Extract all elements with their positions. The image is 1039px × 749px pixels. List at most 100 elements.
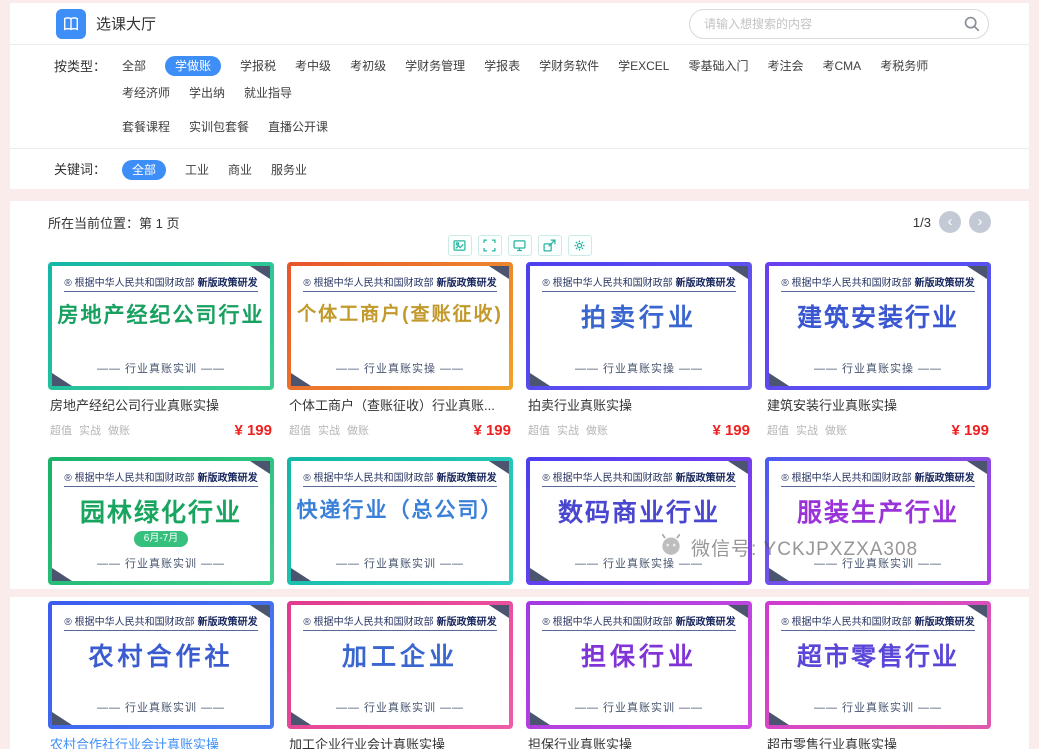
save-icon[interactable]: [508, 235, 532, 256]
filter-type-option[interactable]: 套餐课程: [122, 117, 170, 137]
filter-type-option[interactable]: 直播公开课: [268, 117, 328, 137]
banner-policy-text: ® 根据中华人民共和国财政部新版政策研发: [542, 613, 735, 631]
course-banner: ® 根据中华人民共和国财政部新版政策研发 快递行业（总公司） —— 行业真账实训…: [287, 457, 513, 585]
banner-policy-left: ® 根据中华人民共和国财政部: [542, 278, 672, 289]
fullscreen-icon[interactable]: [478, 235, 502, 256]
course-title-link[interactable]: 超市零售行业真账实操: [767, 736, 989, 749]
course-card[interactable]: ® 根据中华人民共和国财政部新版政策研发 个体工商户(查账征收) —— 行业真账…: [287, 262, 513, 444]
course-title-link[interactable]: 农村合作社行业会计真账实操: [50, 736, 272, 749]
course-caption: 建筑安装行业真账实操 超值实战做账 ¥ 199: [765, 390, 991, 444]
filter-type-option[interactable]: 考CMA: [823, 56, 862, 76]
course-caption: 房地产经纪公司行业真账实操 超值实战做账 ¥ 199: [48, 390, 274, 444]
course-caption: 加工企业行业会计真账实操 超值实战做账 ¥ 199: [287, 729, 513, 749]
filter-keyword-option[interactable]: 全部: [122, 160, 166, 180]
course-card[interactable]: ® 根据中华人民共和国财政部新版政策研发 建筑安装行业 —— 行业真账实操 ——…: [765, 262, 991, 444]
banner-policy-right: 新版政策研发: [915, 617, 975, 628]
course-card[interactable]: ® 根据中华人民共和国财政部新版政策研发 拍卖行业 —— 行业真账实操 —— 拍…: [526, 262, 752, 444]
filter-keyword-option[interactable]: 服务业: [271, 160, 307, 180]
course-tags: 超值实战做账: [767, 422, 847, 438]
banner-policy-text: ® 根据中华人民共和国财政部新版政策研发: [303, 469, 496, 487]
banner-policy-right: 新版政策研发: [437, 617, 497, 628]
banner-policy-text: ® 根据中华人民共和国财政部新版政策研发: [781, 613, 974, 631]
banner-policy-right: 新版政策研发: [915, 473, 975, 484]
filter-keyword-option[interactable]: 商业: [228, 160, 252, 180]
course-banner-title: 拍卖行业: [581, 304, 697, 333]
course-banner: ® 根据中华人民共和国财政部新版政策研发 园林绿化行业 6月-7月 —— 行业真…: [48, 457, 274, 585]
course-card[interactable]: ® 根据中华人民共和国财政部新版政策研发 数码商业行业 —— 行业真账实操 ——: [526, 457, 752, 585]
course-title-link[interactable]: 个体工商户（查账征收）行业真账...: [289, 397, 511, 415]
panel-head: 所在当前位置：第 1 页 1/3 ‹ ›: [48, 205, 991, 235]
course-card[interactable]: ® 根据中华人民共和国财政部新版政策研发 担保行业 —— 行业真账实训 —— 担…: [526, 601, 752, 749]
filter-type-option[interactable]: 学报表: [484, 56, 520, 76]
banner-subtitle: —— 行业真账实训 ——: [814, 555, 942, 571]
banner-policy-text: ® 根据中华人民共和国财政部新版政策研发: [303, 274, 496, 292]
keyword-filter-bar: 关键词： 全部工业商业服务业: [10, 149, 1029, 189]
filter-type-option[interactable]: 零基础入门: [688, 56, 748, 76]
filter-type-option[interactable]: 学做账: [165, 56, 221, 76]
filter-type-option[interactable]: 考经济师: [122, 83, 170, 103]
filter-type-option[interactable]: 学财务管理: [405, 56, 465, 76]
banner-subtitle: —— 行业真账实训 ——: [97, 555, 225, 571]
course-tag: 超值: [528, 422, 550, 438]
type-filter-bar: 按类型： 全部学做账学报税考中级考初级学财务管理学报表学财务软件学EXCEL零基…: [10, 45, 1029, 149]
course-card[interactable]: ® 根据中华人民共和国财政部新版政策研发 园林绿化行业 6月-7月 —— 行业真…: [48, 457, 274, 585]
current-location-text: 所在当前位置：第 1 页: [48, 213, 179, 232]
course-card[interactable]: ® 根据中华人民共和国财政部新版政策研发 服装生产行业 —— 行业真账实训 ——: [765, 457, 991, 585]
settings-icon[interactable]: [568, 235, 592, 256]
course-banner: ® 根据中华人民共和国财政部新版政策研发 拍卖行业 —— 行业真账实操 ——: [526, 262, 752, 390]
filter-keyword-option[interactable]: 工业: [185, 160, 209, 180]
course-title-link[interactable]: 拍卖行业真账实操: [528, 397, 750, 415]
banner-policy-right: 新版政策研发: [676, 278, 736, 289]
course-title-link[interactable]: 担保行业真账实操: [528, 736, 750, 749]
course-grid-row-3: ® 根据中华人民共和国财政部新版政策研发 农村合作社 —— 行业真账实训 —— …: [48, 601, 991, 749]
course-banner-title: 建筑安装行业: [797, 304, 959, 333]
course-card[interactable]: ® 根据中华人民共和国财政部新版政策研发 农村合作社 —— 行业真账实训 —— …: [48, 601, 274, 749]
course-title-link[interactable]: 房地产经纪公司行业真账实操: [50, 397, 272, 415]
search-input[interactable]: [689, 9, 989, 39]
course-tags: 超值实战做账: [50, 422, 130, 438]
banner-subtitle: —— 行业真账实训 ——: [575, 699, 703, 715]
banner-policy-text: ® 根据中华人民共和国财政部新版政策研发: [781, 469, 974, 487]
course-banner-title: 担保行业: [581, 643, 697, 672]
banner-subtitle: —— 行业真账实操 ——: [575, 555, 703, 571]
filter-type-option[interactable]: 实训包套餐: [189, 117, 249, 137]
course-card[interactable]: ® 根据中华人民共和国财政部新版政策研发 超市零售行业 —— 行业真账实训 ——…: [765, 601, 991, 749]
course-banner: ® 根据中华人民共和国财政部新版政策研发 个体工商户(查账征收) —— 行业真账…: [287, 262, 513, 390]
next-page-button[interactable]: ›: [969, 211, 991, 233]
course-meta: 超值实战做账 ¥ 199: [767, 421, 989, 439]
course-banner-title: 快递行业（总公司）: [297, 499, 504, 523]
course-caption: 农村合作社行业会计真账实操 超值实战做账 ¥ 199: [48, 729, 274, 749]
course-banner: ® 根据中华人民共和国财政部新版政策研发 超市零售行业 —— 行业真账实训 ——: [765, 601, 991, 729]
banner-subtitle: —— 行业真账实训 ——: [814, 699, 942, 715]
course-title-link[interactable]: 建筑安装行业真账实操: [767, 397, 989, 415]
filter-type-option[interactable]: 考中级: [295, 56, 331, 76]
course-banner: ® 根据中华人民共和国财政部新版政策研发 农村合作社 —— 行业真账实训 ——: [48, 601, 274, 729]
image-icon[interactable]: [448, 235, 472, 256]
filter-type-option[interactable]: 考注会: [768, 56, 804, 76]
filter-type-option[interactable]: 考税务师: [880, 56, 928, 76]
filter-type-option[interactable]: 学EXCEL: [618, 56, 669, 76]
course-tag: 超值: [50, 422, 72, 438]
filter-type-option[interactable]: 考初级: [350, 56, 386, 76]
export-icon[interactable]: [538, 235, 562, 256]
course-title-link[interactable]: 加工企业行业会计真账实操: [289, 736, 511, 749]
course-caption: 个体工商户（查账征收）行业真账... 超值实战做账 ¥ 199: [287, 390, 513, 444]
course-card[interactable]: ® 根据中华人民共和国财政部新版政策研发 房地产经纪公司行业 —— 行业真账实训…: [48, 262, 274, 444]
banner-policy-text: ® 根据中华人民共和国财政部新版政策研发: [64, 274, 257, 292]
banner-policy-left: ® 根据中华人民共和国财政部: [64, 617, 194, 628]
prev-page-button[interactable]: ‹: [939, 211, 961, 233]
course-card[interactable]: ® 根据中华人民共和国财政部新版政策研发 加工企业 —— 行业真账实训 —— 加…: [287, 601, 513, 749]
course-banner-title: 农村合作社: [88, 643, 233, 672]
banner-policy-left: ® 根据中华人民共和国财政部: [781, 473, 911, 484]
filter-type-option[interactable]: 全部: [122, 56, 146, 76]
search-icon[interactable]: [958, 12, 984, 36]
date-badge: 6月-7月: [134, 531, 188, 547]
course-card[interactable]: ® 根据中华人民共和国财政部新版政策研发 快递行业（总公司） —— 行业真账实训…: [287, 457, 513, 585]
filter-type-option[interactable]: 就业指导: [244, 83, 292, 103]
filter-type-option[interactable]: 学报税: [240, 56, 276, 76]
filter-type-option[interactable]: 学财务软件: [539, 56, 599, 76]
filter-type-option[interactable]: 学出纳: [189, 83, 225, 103]
banner-policy-right: 新版政策研发: [915, 278, 975, 289]
banner-subtitle: —— 行业真账实操 ——: [575, 360, 703, 376]
banner-policy-right: 新版政策研发: [198, 473, 258, 484]
